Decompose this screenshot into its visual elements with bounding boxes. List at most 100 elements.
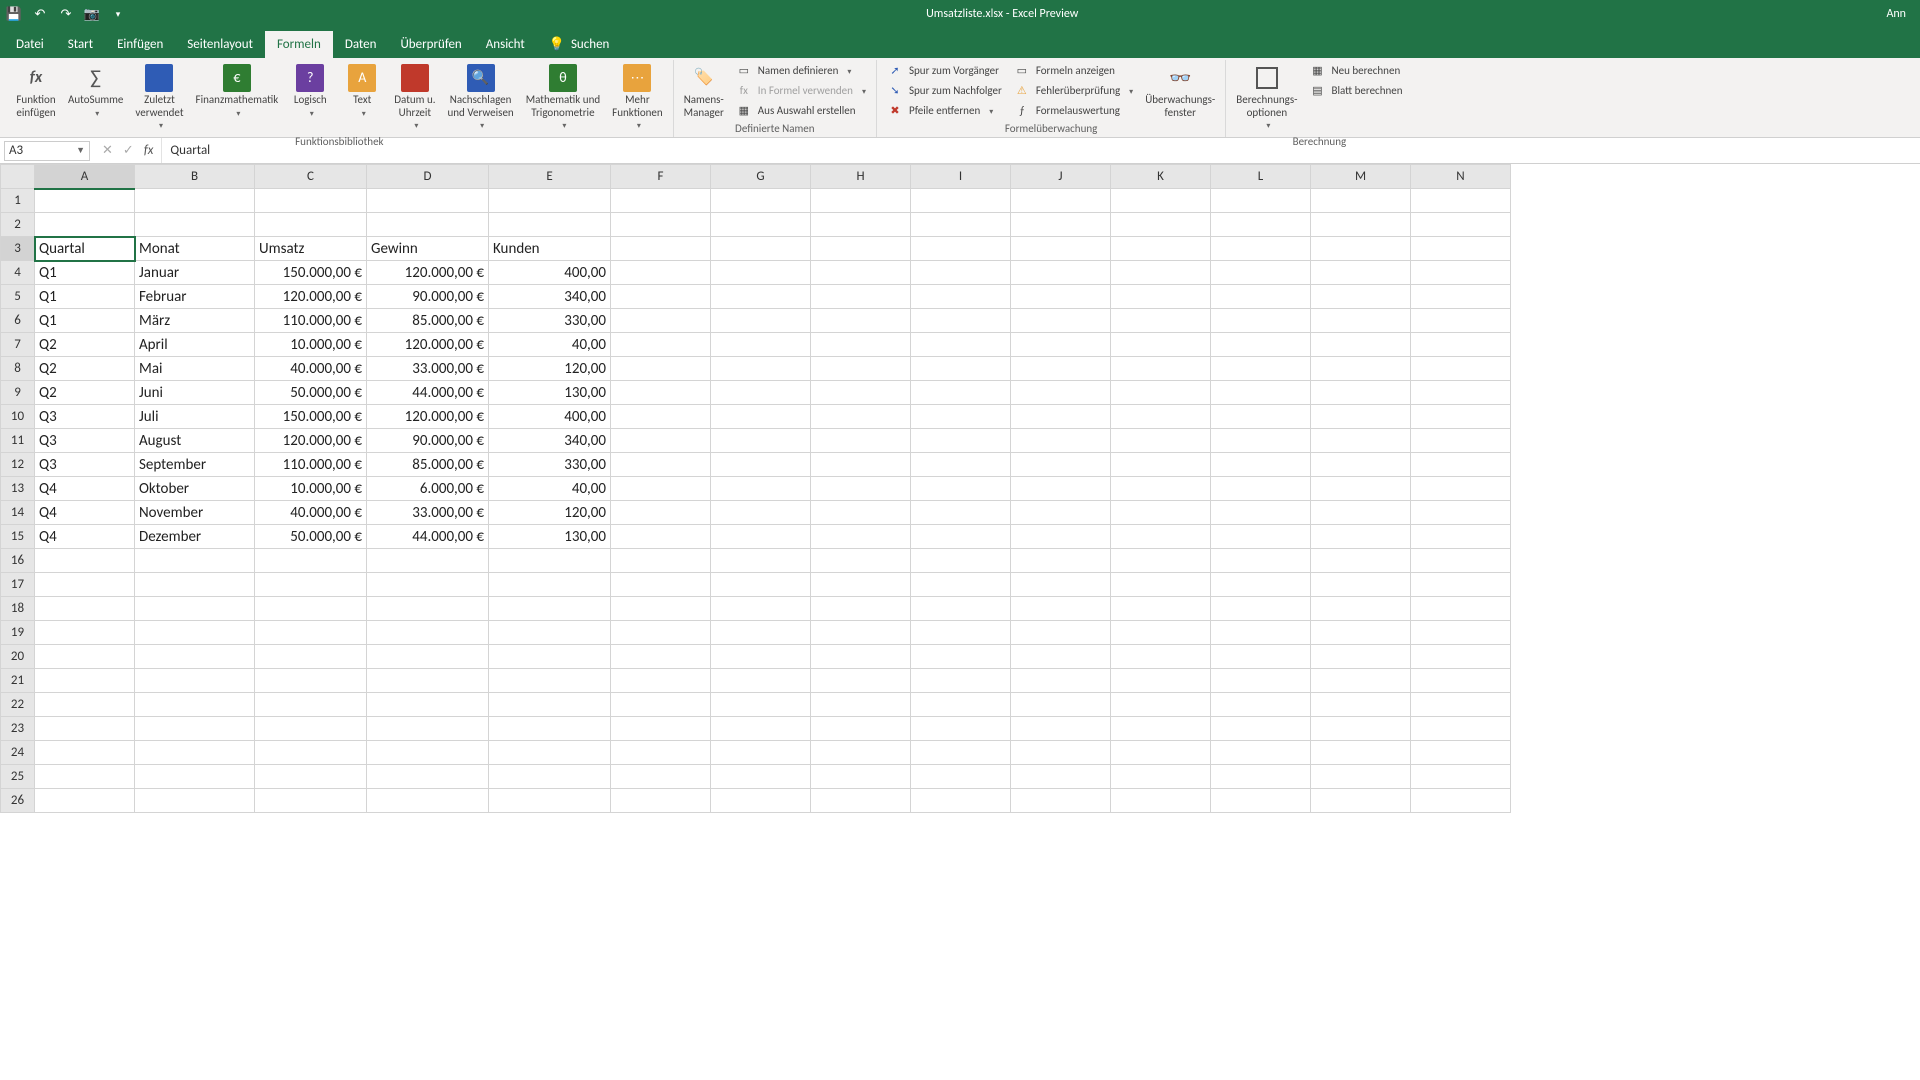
cell-L4[interactable] (1211, 261, 1311, 285)
cell-B14[interactable]: November (135, 501, 255, 525)
col-header-M[interactable]: M (1311, 165, 1411, 189)
col-header-J[interactable]: J (1011, 165, 1111, 189)
cell-N18[interactable] (1411, 597, 1511, 621)
cell-C5[interactable]: 120.000,00 € (255, 285, 367, 309)
cell-D21[interactable] (367, 669, 489, 693)
cell-E15[interactable]: 130,00 (489, 525, 611, 549)
cell-B25[interactable] (135, 765, 255, 789)
cell-H5[interactable] (811, 285, 911, 309)
cell-L22[interactable] (1211, 693, 1311, 717)
cell-D25[interactable] (367, 765, 489, 789)
cell-C2[interactable] (255, 213, 367, 237)
cell-E8[interactable]: 120,00 (489, 357, 611, 381)
cell-F17[interactable] (611, 573, 711, 597)
cell-F6[interactable] (611, 309, 711, 333)
cell-E22[interactable] (489, 693, 611, 717)
cell-J9[interactable] (1011, 381, 1111, 405)
cell-G14[interactable] (711, 501, 811, 525)
cell-F19[interactable] (611, 621, 711, 645)
cell-I3[interactable] (911, 237, 1011, 261)
cell-M16[interactable] (1311, 549, 1411, 573)
cell-H24[interactable] (811, 741, 911, 765)
cell-I2[interactable] (911, 213, 1011, 237)
cell-I8[interactable] (911, 357, 1011, 381)
cell-E1[interactable] (489, 189, 611, 213)
cell-G23[interactable] (711, 717, 811, 741)
cell-K17[interactable] (1111, 573, 1211, 597)
cell-H3[interactable] (811, 237, 911, 261)
cell-F20[interactable] (611, 645, 711, 669)
cell-J3[interactable] (1011, 237, 1111, 261)
cell-E21[interactable] (489, 669, 611, 693)
row-header-4[interactable]: 4 (1, 261, 35, 285)
cell-N25[interactable] (1411, 765, 1511, 789)
watch-window-button[interactable]: 👓 Überwachungs- fenster (1141, 62, 1219, 121)
cell-K15[interactable] (1111, 525, 1211, 549)
cell-B22[interactable] (135, 693, 255, 717)
cell-M23[interactable] (1311, 717, 1411, 741)
cell-G3[interactable] (711, 237, 811, 261)
insert-function-button[interactable]: fx Funktion einfügen (12, 62, 60, 121)
name-box[interactable]: A3 ▼ (4, 141, 90, 161)
cell-A6[interactable]: Q1 (35, 309, 135, 333)
cell-B4[interactable]: Januar (135, 261, 255, 285)
cell-J11[interactable] (1011, 429, 1111, 453)
cell-M17[interactable] (1311, 573, 1411, 597)
cell-D1[interactable] (367, 189, 489, 213)
cell-J15[interactable] (1011, 525, 1111, 549)
cell-F10[interactable] (611, 405, 711, 429)
cell-D13[interactable]: 6.000,00 € (367, 477, 489, 501)
cell-C8[interactable]: 40.000,00 € (255, 357, 367, 381)
cell-B17[interactable] (135, 573, 255, 597)
cell-G9[interactable] (711, 381, 811, 405)
cell-D9[interactable]: 44.000,00 € (367, 381, 489, 405)
cell-F3[interactable] (611, 237, 711, 261)
cell-G25[interactable] (711, 765, 811, 789)
cell-H21[interactable] (811, 669, 911, 693)
row-header-3[interactable]: 3 (1, 237, 35, 261)
cell-K13[interactable] (1111, 477, 1211, 501)
row-header-12[interactable]: 12 (1, 453, 35, 477)
cell-K5[interactable] (1111, 285, 1211, 309)
cell-B9[interactable]: Juni (135, 381, 255, 405)
cell-F26[interactable] (611, 789, 711, 813)
cell-K10[interactable] (1111, 405, 1211, 429)
cell-C12[interactable]: 110.000,00 € (255, 453, 367, 477)
col-header-B[interactable]: B (135, 165, 255, 189)
cell-J20[interactable] (1011, 645, 1111, 669)
cell-I18[interactable] (911, 597, 1011, 621)
cell-J10[interactable] (1011, 405, 1111, 429)
cell-A5[interactable]: Q1 (35, 285, 135, 309)
cell-H9[interactable] (811, 381, 911, 405)
cell-L15[interactable] (1211, 525, 1311, 549)
row-header-26[interactable]: 26 (1, 789, 35, 813)
cell-I9[interactable] (911, 381, 1011, 405)
cell-D14[interactable]: 33.000,00 € (367, 501, 489, 525)
cell-M4[interactable] (1311, 261, 1411, 285)
cell-G10[interactable] (711, 405, 811, 429)
cell-C24[interactable] (255, 741, 367, 765)
undo-icon[interactable]: ↶ (32, 6, 48, 22)
cell-G19[interactable] (711, 621, 811, 645)
cell-B18[interactable] (135, 597, 255, 621)
date-time-button[interactable]: Datum u. Uhrzeit (390, 62, 439, 134)
row-header-25[interactable]: 25 (1, 765, 35, 789)
cell-I7[interactable] (911, 333, 1011, 357)
cell-H16[interactable] (811, 549, 911, 573)
cell-I20[interactable] (911, 645, 1011, 669)
cell-G17[interactable] (711, 573, 811, 597)
cell-B11[interactable]: August (135, 429, 255, 453)
cell-F1[interactable] (611, 189, 711, 213)
cell-J22[interactable] (1011, 693, 1111, 717)
cell-B12[interactable]: September (135, 453, 255, 477)
cell-H6[interactable] (811, 309, 911, 333)
cell-I12[interactable] (911, 453, 1011, 477)
cell-F18[interactable] (611, 597, 711, 621)
cell-L16[interactable] (1211, 549, 1311, 573)
cell-E4[interactable]: 400,00 (489, 261, 611, 285)
fx-button-icon[interactable]: fx (144, 143, 154, 158)
cell-G21[interactable] (711, 669, 811, 693)
cell-C13[interactable]: 10.000,00 € (255, 477, 367, 501)
cell-A3[interactable]: Quartal (35, 237, 135, 261)
cell-E5[interactable]: 340,00 (489, 285, 611, 309)
